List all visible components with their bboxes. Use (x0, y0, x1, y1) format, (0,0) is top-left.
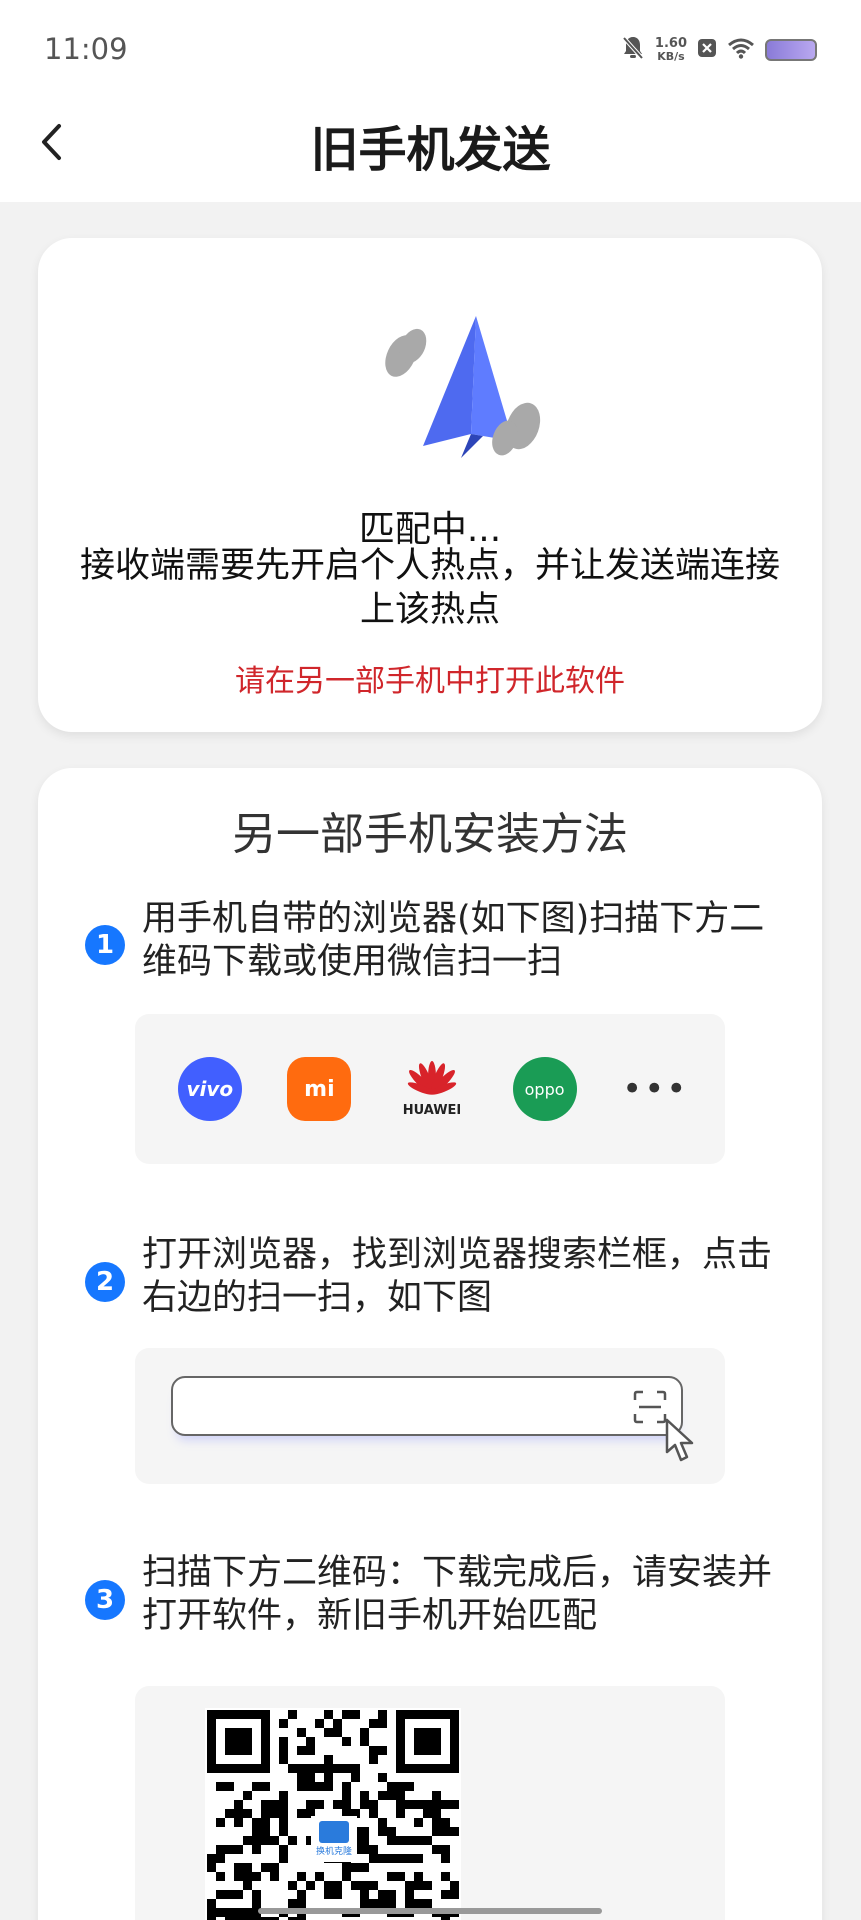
step-number-1: 1 (85, 925, 125, 965)
home-indicator (258, 1908, 602, 1914)
install-title: 另一部手机安装方法 (232, 809, 628, 860)
vivo-browser-logo: vivo (177, 1057, 242, 1121)
net-speed-value: 1.60 (654, 36, 687, 51)
step-text-3: 扫描下方二维码：下载完成后，请安装并打开软件，新旧手机开始匹配 (142, 1553, 773, 1636)
battery-icon (765, 39, 817, 61)
match-warning: 请在另一部手机中打开此软件 (235, 664, 625, 699)
notification-x-icon (697, 37, 717, 63)
net-speed: 1.60 KB/s (655, 37, 687, 63)
step-number-3: 3 (85, 1580, 125, 1620)
step-text-1: 用手机自带的浏览器(如下图)扫描下方二维码下载或使用微信扫一扫 (142, 899, 765, 982)
matching-card: 匹配中... 接收端需要先开启个人热点，并让发送端连接上该热点 请在另一部手机中… (38, 238, 822, 732)
search-bar-illustration (171, 1376, 683, 1436)
top-bar: 11:09 1.60 KB/s 旧手机发送 (0, 0, 861, 202)
install-card: 另一部手机安装方法 1 用手机自带的浏览器(如下图)扫描下方二维码下载或使用微信… (38, 768, 822, 1920)
mute-icon (621, 35, 645, 65)
app-logo-text: 换机克隆 (315, 1847, 352, 1857)
qr-code-image (207, 1710, 459, 1920)
wifi-icon (727, 37, 755, 63)
oppo-browser-logo: oppo (512, 1057, 577, 1121)
status-icons: 1.60 KB/s (621, 34, 817, 66)
paper-plane-illustration (383, 316, 563, 480)
search-bar-illustration-panel (135, 1348, 725, 1484)
xiaomi-browser-logo: mi (287, 1057, 352, 1121)
step-number-2: 2 (85, 1262, 125, 1302)
download-qr-code[interactable]: 换机克隆 (205, 1708, 461, 1920)
status-time: 11:09 (44, 32, 128, 66)
match-description: 接收端需要先开启个人热点，并让发送端连接上该热点 (79, 546, 780, 630)
app-logo-icon: 换机克隆 (311, 1816, 357, 1862)
page-title: 旧手机发送 (310, 122, 551, 178)
step-text-2: 打开浏览器，找到浏览器搜索栏框，点击右边的扫一扫，如下图 (142, 1235, 773, 1318)
net-speed-unit: KB/s (657, 50, 685, 63)
huawei-logo-text: HUAWEI (402, 1102, 462, 1118)
more-browsers-icon: ••• (622, 1069, 689, 1109)
huawei-browser-logo: HUAWEI (397, 1054, 467, 1124)
hand-cursor-icon (665, 1418, 694, 1462)
huawei-petals-icon (407, 1060, 457, 1095)
browser-logos-panel: vivo mi HUAWEI oppo ••• (135, 1014, 725, 1164)
scan-icon (633, 1390, 667, 1424)
